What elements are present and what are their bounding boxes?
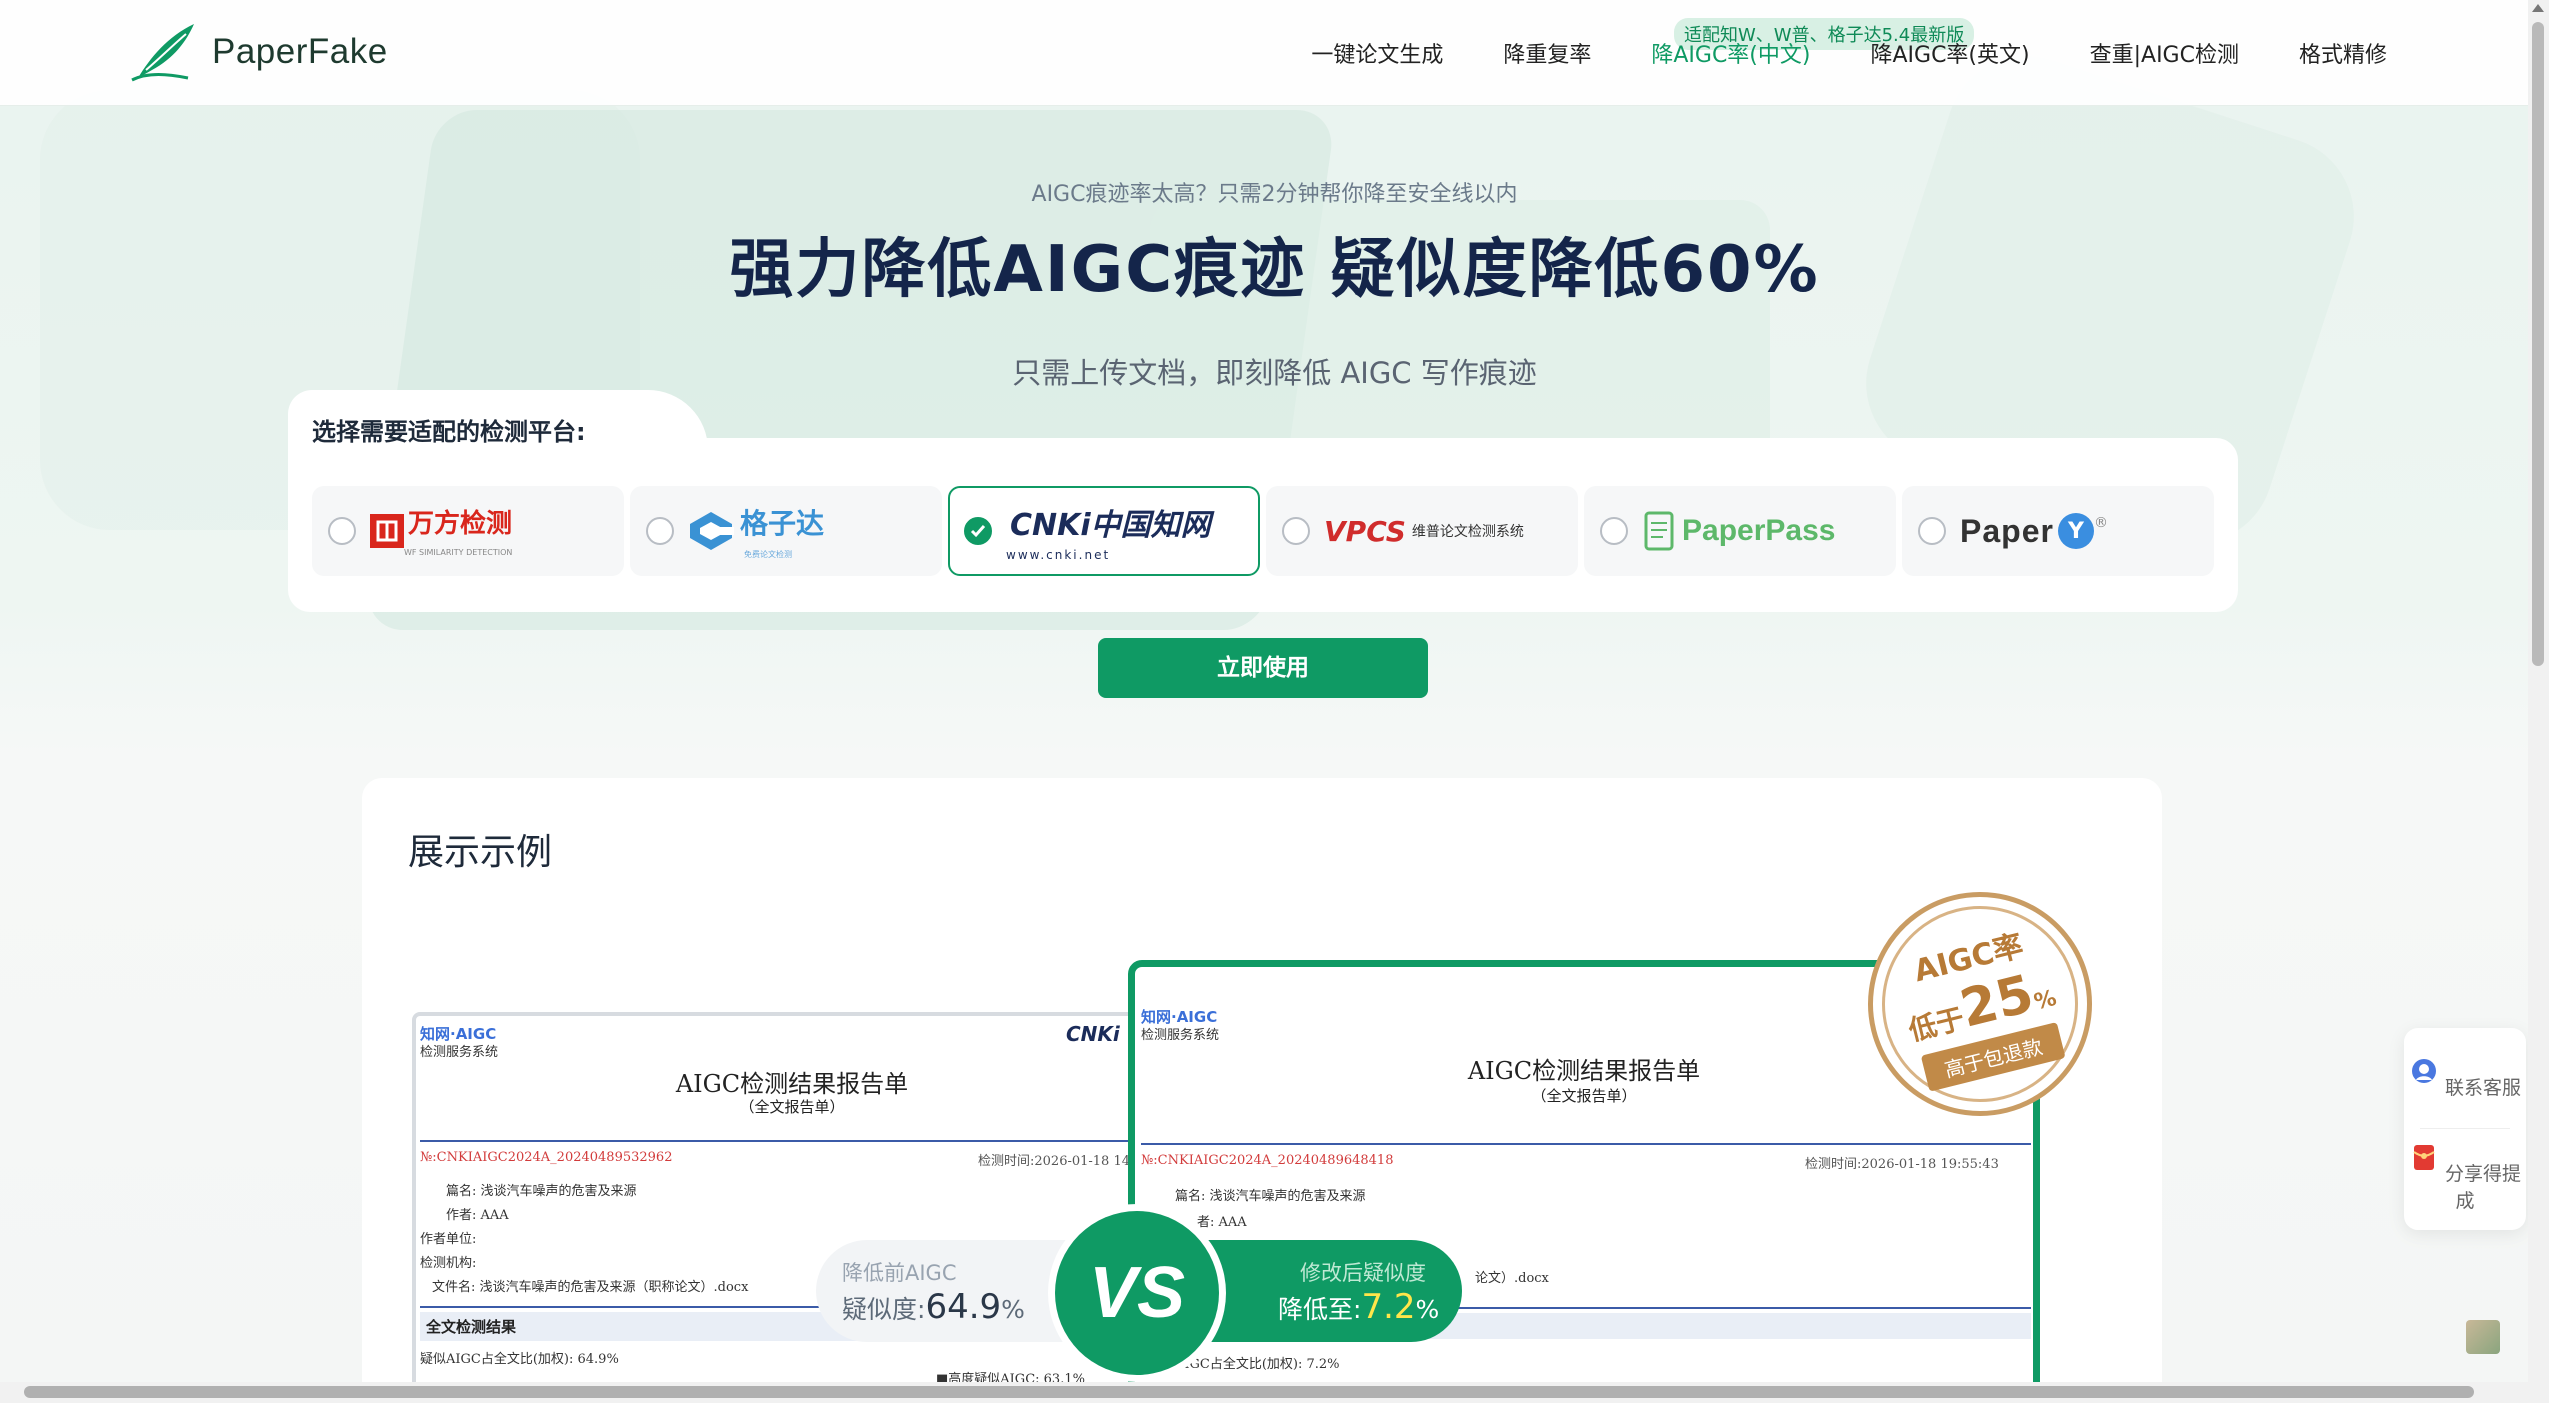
cnki-logo: CNKi中国知网 www.cnki.net	[1006, 500, 1211, 563]
paperyy-logo: Paper Y ®	[1960, 513, 2108, 550]
after-label: 修改后疑似度	[1300, 1261, 1426, 1285]
gezida-logo: 格子达 免费论文检测	[688, 502, 824, 561]
nav-item-reduce-aigc-english[interactable]: 降AIGC率(英文)	[1870, 37, 2029, 69]
radio-button[interactable]	[328, 517, 356, 545]
share-commission-button[interactable]: 分享得提成	[2404, 1142, 2526, 1213]
showcase-title: 展示示例	[408, 832, 553, 873]
vpcs-name: VPCS	[1324, 514, 1406, 548]
gezida-cube-icon	[690, 512, 734, 550]
hero-description: 只需上传文档，即刻降低 AIGC 写作痕迹	[1012, 356, 1537, 390]
report-number: №:CNKIAIGC2024A_20240489532962	[420, 1150, 673, 1165]
report-result: 疑似AIGC占全文比(加权): 64.9%	[420, 1352, 619, 1367]
report-brand: 知网·AIGC 检测服务系统	[1141, 1008, 1220, 1044]
page: PaperFake 适配知W、W普、格子达5.4最新版 一键论文生成 降重复率 …	[0, 0, 2549, 1403]
radio-button[interactable]	[646, 517, 674, 545]
gezida-tagline: 免费论文检测	[744, 549, 792, 559]
report-field: 者: AAA	[1197, 1215, 1247, 1230]
registered-icon: ®	[2093, 515, 2108, 531]
before-label: 降低前AIGC	[842, 1261, 957, 1285]
nav-item-paper-generate[interactable]: 一键论文生成	[1311, 37, 1443, 69]
vs-badge: VS	[1048, 1204, 1226, 1382]
main-nav: 一键论文生成 降重复率 降AIGC率(中文) 降AIGC率(英文) 查重|AIG…	[1251, 0, 2387, 106]
contact-support-label: 联系客服	[2445, 1077, 2522, 1099]
brand-name: PaperFake	[212, 32, 388, 71]
brand-logo[interactable]: PaperFake	[128, 18, 388, 86]
feather-logo-icon	[131, 24, 194, 82]
wanfang-mark-icon	[370, 514, 404, 548]
platform-option-gezida[interactable]: 格子达 免费论文检测	[630, 486, 942, 576]
radio-button-checked[interactable]	[964, 517, 992, 545]
nav-item-format-refine[interactable]: 格式精修	[2299, 37, 2387, 69]
nav-item-reduce-duplication[interactable]: 降重复率	[1503, 37, 1591, 69]
contact-support-button[interactable]: 联系客服	[2404, 1056, 2526, 1100]
platform-option-vpcs[interactable]: VPCS 维普论文检测系统	[1266, 486, 1578, 576]
vpcs-tagline: 维普论文检测系统	[1411, 524, 1524, 540]
radio-button[interactable]	[1282, 517, 1310, 545]
share-commission-label: 分享得提成	[2445, 1163, 2522, 1212]
vertical-scrollbar-thumb[interactable]	[2532, 22, 2544, 666]
divider	[420, 1140, 1168, 1142]
hero-subtitle: AIGC痕迹率太高？只需2分钟帮你降至安全线以内	[1031, 182, 1518, 207]
report-brand: 知网·AIGC 检测服务系统	[420, 1025, 499, 1061]
scroll-up-arrow-icon[interactable]	[2532, 4, 2544, 12]
cnki-name: CNKi中国知网	[1010, 507, 1211, 543]
vs-text: VS	[1055, 1211, 1219, 1375]
nav-item-check-aigc[interactable]: 查重|AIGC检测	[2090, 37, 2239, 69]
report-subtitle: （全文报告单）	[1531, 1087, 1637, 1105]
divider	[2420, 1128, 2510, 1129]
before-score: 疑似度:64.9%	[842, 1287, 1025, 1327]
radio-button[interactable]	[1918, 517, 1946, 545]
report-field: 篇名: 浅谈汽车噪声的危害及来源	[446, 1184, 637, 1199]
report-title: AIGC检测结果报告单	[675, 1070, 909, 1098]
paperyy-name: Paper	[1960, 512, 2054, 549]
cnki-url: www.cnki.net	[1006, 547, 1111, 562]
headset-icon	[2411, 1059, 2436, 1083]
platform-option-wanfang[interactable]: 万方检测 WF SIMILARITY DETECTION	[312, 486, 624, 576]
platform-select-label: 选择需要适配的检测平台:	[312, 418, 586, 446]
report-field: 文件名: 浅谈汽车噪声的危害及来源（职称论文）.docx	[432, 1280, 749, 1295]
platform-option-paperyy[interactable]: Paper Y ®	[1902, 486, 2214, 576]
cnki-mini-logo: CNKi	[1066, 1022, 1120, 1046]
report-subtitle: （全文报告单）	[739, 1098, 845, 1116]
gezida-name: 格子达	[740, 506, 825, 540]
report-field: 篇名: 浅谈汽车噪声的危害及来源	[1175, 1189, 1366, 1204]
report-time: 检测时间:2026-01-18 19:55:43	[1805, 1157, 1999, 1172]
platform-option-cnki[interactable]: CNKi中国知网 www.cnki.net	[948, 486, 1260, 576]
platform-option-paperpass[interactable]: PaperPass	[1584, 486, 1896, 576]
report-before: 知网·AIGC 检测服务系统 CNKi AIGC检测结果报告单 （全文报告单） …	[412, 1012, 1172, 1403]
wanfang-tagline: WF SIMILARITY DETECTION	[404, 548, 513, 557]
report-field: 论文）.docx	[1475, 1271, 1549, 1286]
wanfang-logo: 万方检测 WF SIMILARITY DETECTION	[370, 503, 512, 559]
document-icon	[1644, 511, 1674, 551]
paperyy-mark-icon: Y	[2057, 513, 2094, 549]
paperpass-logo: PaperPass	[1642, 511, 1835, 551]
report-field: 作者: AAA	[446, 1208, 509, 1223]
divider	[1141, 1143, 2031, 1145]
report-time: 检测时间:2026-01-18 14	[978, 1154, 1131, 1169]
horizontal-scrollbar-thumb[interactable]	[24, 1386, 2474, 1398]
use-now-button[interactable]: 立即使用	[1098, 638, 1428, 698]
wanfang-name: 万方检测	[408, 509, 513, 539]
report-number: №:CNKIAIGC2024A_20240489648418	[1141, 1153, 1394, 1168]
vpcs-logo: VPCS 维普论文检测系统	[1324, 515, 1524, 548]
after-score: 降低至:7.2%	[1278, 1287, 1440, 1327]
report-field: 作者单位:	[420, 1232, 477, 1247]
hero-title: 强力降低AIGC痕迹 疑似度降低60%	[729, 233, 1820, 307]
top-navbar: PaperFake 适配知W、W普、格子达5.4最新版 一键论文生成 降重复率 …	[0, 0, 2549, 106]
radio-button[interactable]	[1600, 517, 1628, 545]
red-envelope-icon	[2413, 1145, 2435, 1170]
nav-item-reduce-aigc-chinese[interactable]: 降AIGC率(中文)	[1651, 37, 1810, 69]
thumbnail-icon[interactable]	[2466, 1320, 2500, 1354]
check-icon	[970, 525, 986, 538]
paperpass-name: PaperPass	[1682, 514, 1836, 547]
report-field: 检测机构:	[420, 1256, 477, 1271]
